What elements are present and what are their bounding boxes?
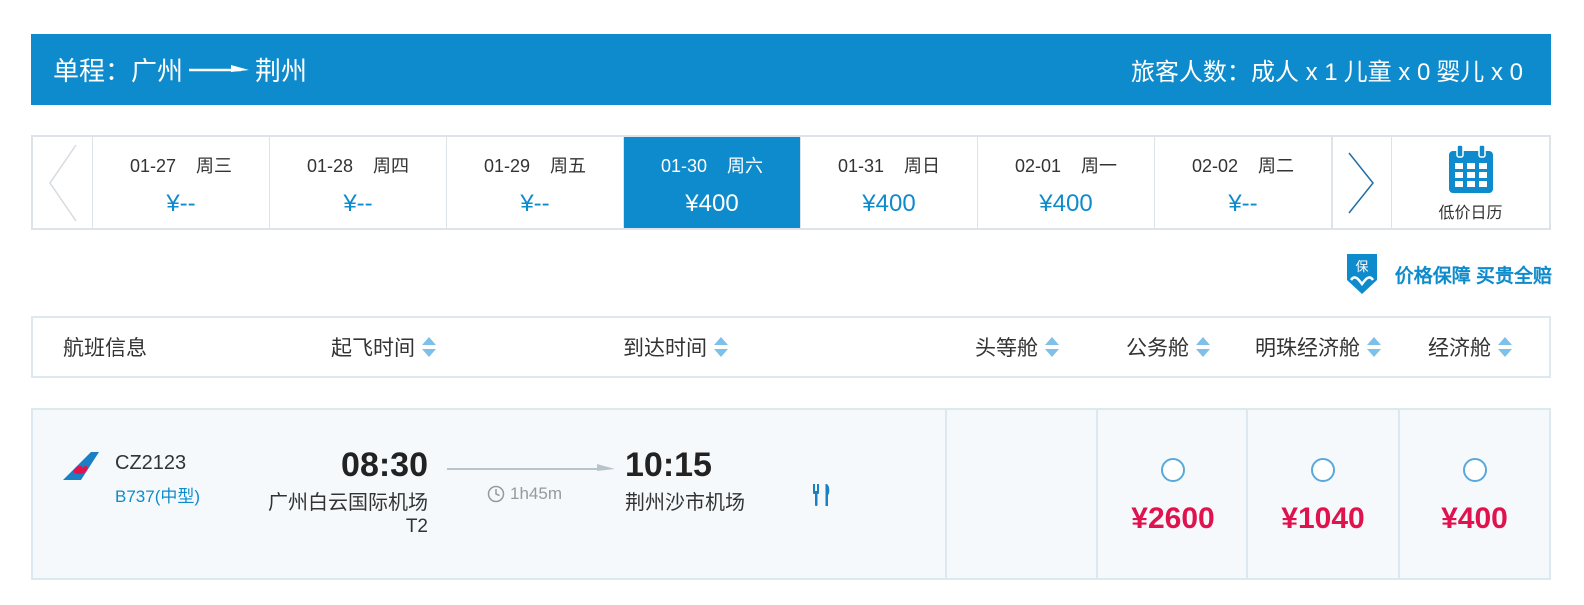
sort-icon	[1367, 337, 1381, 357]
business-fare-price: ¥2600	[1131, 502, 1215, 535]
date-selector: 01-27 周三 ¥-- 01-28 周四 ¥-- 01-29 周五 ¥-- 01-3…	[31, 135, 1551, 230]
date-option[interactable]: 02-02 周二 ¥--	[1155, 137, 1332, 228]
departure-time: 08:30	[341, 446, 428, 484]
weekday-label: 周六	[727, 155, 764, 176]
date-price: ¥400	[862, 189, 916, 217]
flight-row: CZ2123 B737(中型) 08:30 广州白云国际机场 T2 1h45m …	[31, 408, 1551, 580]
shield-guarantee-icon: 保	[1346, 254, 1377, 294]
sort-economy[interactable]: 经济舱	[1428, 318, 1513, 376]
sort-icon	[1196, 337, 1210, 357]
date-option[interactable]: 01-27 周三 ¥--	[93, 137, 270, 228]
date-label: 01-27	[129, 155, 177, 176]
business-class-cell: ¥2600	[1096, 410, 1248, 578]
date-option-selected[interactable]: 01-30 周六 ¥400	[624, 137, 801, 228]
price-guarantee-link[interactable]: 保 价格保障 买贵全赔	[1343, 252, 1552, 296]
arrival-airport: 荆州沙市机场	[625, 492, 745, 514]
meal-icon[interactable]	[809, 482, 835, 508]
date-option[interactable]: 02-01 周一 ¥400	[978, 137, 1155, 228]
date-label: 01-28	[306, 155, 354, 176]
departure-airport: 广州白云国际机场	[268, 492, 428, 514]
date-label: 02-02	[1191, 155, 1239, 176]
date-price: ¥400	[1039, 189, 1093, 217]
economy-fare-price: ¥400	[1441, 502, 1508, 535]
col-first-label: 头等舱	[975, 337, 1038, 360]
sort-arrival-time[interactable]: 到达时间	[623, 318, 729, 376]
sort-icon	[1498, 337, 1512, 357]
passenger-label: 旅客人数：	[1130, 59, 1251, 86]
trip-type-label: 单程：	[53, 56, 132, 86]
guarantee-text: 价格保障 买贵全赔	[1394, 265, 1552, 287]
premium-economy-fare-radio[interactable]	[1311, 458, 1335, 482]
sort-first-class[interactable]: 头等舱	[975, 318, 1060, 376]
calendar-label: 低价日历	[1438, 204, 1503, 222]
business-fare-radio[interactable]	[1161, 458, 1185, 482]
economy-fare-radio[interactable]	[1462, 458, 1487, 482]
date-option[interactable]: 01-29 周五 ¥--	[447, 137, 624, 228]
guarantee-badge: 保	[1355, 260, 1368, 275]
premium-economy-cell: ¥1040	[1246, 410, 1398, 578]
col-premium-economy-label: 明珠经济舱	[1255, 337, 1360, 360]
flight-duration: 1h45m	[487, 484, 562, 504]
date-price: ¥--	[520, 189, 550, 217]
date-label: 01-30	[660, 155, 708, 176]
sort-departure-time[interactable]: 起飞时间	[331, 318, 437, 376]
flight-number: CZ2123	[115, 452, 187, 474]
col-flight-info-label: 航班信息	[63, 337, 147, 360]
col-economy-label: 经济舱	[1428, 337, 1491, 360]
chevron-right-icon	[1348, 152, 1374, 213]
date-label: 01-31	[837, 155, 885, 176]
trip-header: 单程： 广州 荆州 旅客人数： 成人 x 1 儿童 x 0 婴儿 x 0	[31, 34, 1551, 105]
weekday-label: 周五	[550, 155, 587, 176]
sort-icon	[1045, 337, 1059, 357]
first-class-cell	[945, 410, 1097, 578]
passenger-summary: 旅客人数： 成人 x 1 儿童 x 0 婴儿 x 0	[1131, 34, 1523, 105]
route-arrow-icon	[189, 64, 250, 72]
weekday-label: 周二	[1258, 155, 1295, 176]
date-option[interactable]: 01-28 周四 ¥--	[270, 137, 447, 228]
child-count: 儿童 x 0	[1343, 59, 1431, 86]
airline-logo-icon	[63, 452, 99, 480]
low-price-calendar-button[interactable]: 低价日历	[1392, 137, 1549, 228]
date-option[interactable]: 01-31 周日 ¥400	[801, 137, 978, 228]
adult-count: 成人 x 1	[1250, 59, 1338, 86]
date-price: ¥400	[685, 189, 739, 217]
date-price: ¥--	[1228, 189, 1258, 217]
date-label: 01-29	[483, 155, 531, 176]
infant-count: 婴儿 x 0	[1436, 59, 1523, 86]
destination-city: 荆州	[255, 56, 308, 86]
prev-dates-button[interactable]	[33, 137, 93, 228]
flight-table-header: 航班信息 起飞时间 到达时间 头等舱 公务舱 明珠经济舱 经济舱	[31, 316, 1551, 378]
aircraft-type-link[interactable]: B737(中型)	[115, 482, 200, 507]
route-summary: 单程： 广州 荆州	[53, 34, 307, 105]
clock-icon	[487, 485, 505, 503]
departure-terminal: T2	[405, 516, 428, 537]
sort-business-class[interactable]: 公务舱	[1126, 318, 1211, 376]
origin-city: 广州	[131, 56, 184, 86]
col-arrival-label: 到达时间	[623, 337, 707, 360]
chevron-left-icon	[48, 144, 77, 221]
sort-icon	[422, 337, 436, 357]
weekday-label: 周四	[373, 155, 410, 176]
col-business-label: 公务舱	[1126, 337, 1189, 360]
route-line-icon	[447, 464, 615, 471]
date-price: ¥--	[343, 189, 373, 217]
arrival-time: 10:15	[625, 446, 712, 484]
premium-economy-fare-price: ¥1040	[1281, 502, 1365, 535]
date-label: 02-01	[1014, 155, 1062, 176]
date-price: ¥--	[166, 189, 196, 217]
next-dates-button[interactable]	[1332, 137, 1392, 228]
weekday-label: 周一	[1081, 155, 1118, 176]
economy-cell: ¥400	[1398, 410, 1549, 578]
col-departure-label: 起飞时间	[331, 337, 415, 360]
col-flight-info: 航班信息	[63, 318, 147, 376]
sort-premium-economy[interactable]: 明珠经济舱	[1255, 318, 1382, 376]
sort-icon	[714, 337, 728, 357]
duration-text: 1h45m	[510, 484, 562, 503]
weekday-label: 周日	[904, 155, 941, 176]
weekday-label: 周三	[196, 155, 233, 176]
calendar-icon	[1448, 143, 1493, 193]
